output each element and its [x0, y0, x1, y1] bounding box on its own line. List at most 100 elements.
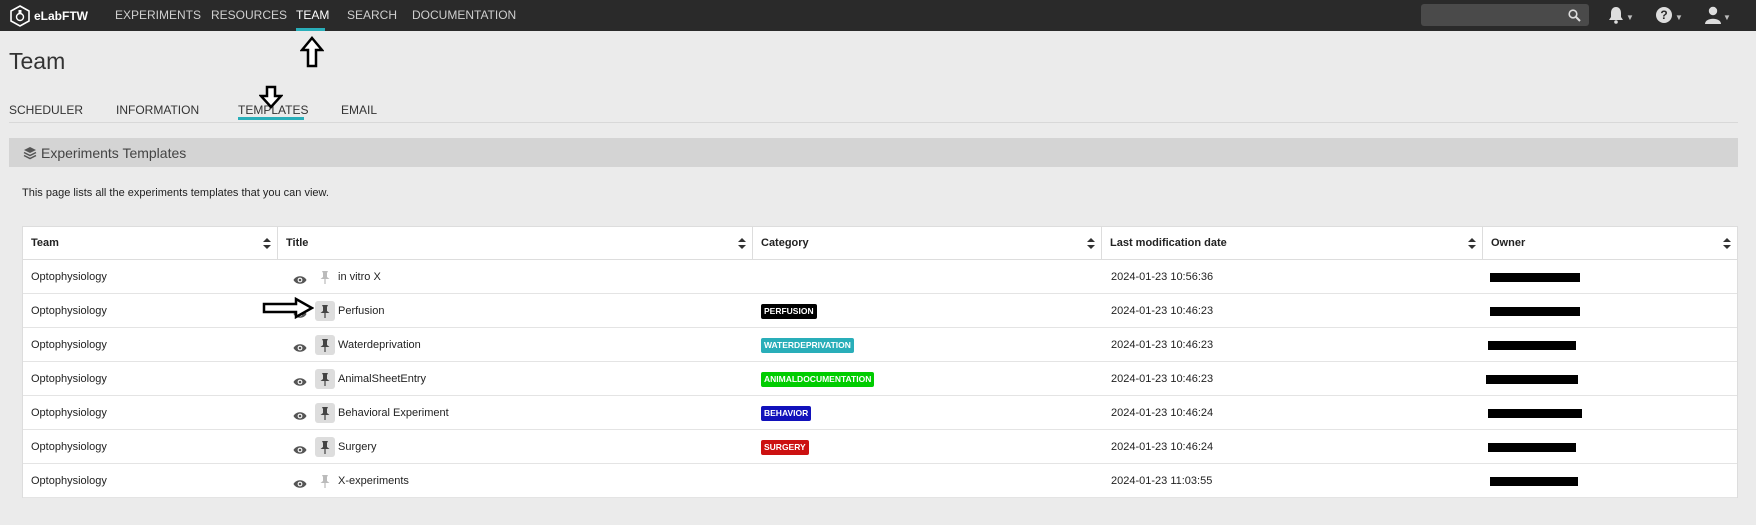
tab-active-indicator: [238, 117, 304, 120]
nav-team[interactable]: TEAM: [296, 0, 329, 31]
column-header-label: Last modification date: [1110, 237, 1227, 249]
sort-icon[interactable]: [1087, 238, 1095, 249]
owner-redacted: [1488, 341, 1576, 350]
pin-icon[interactable]: [315, 301, 335, 321]
sort-icon[interactable]: [263, 238, 271, 249]
layers-icon: [23, 147, 37, 160]
tab-scheduler[interactable]: SCHEDULER: [9, 103, 83, 117]
owner-redacted: [1490, 477, 1578, 486]
pin-icon[interactable]: [315, 369, 335, 389]
table-row[interactable]: Optophysiology in vitro X 2024-01-23 10:56…: [23, 260, 1737, 294]
table-row[interactable]: Optophysiology Behavioral Experiment BEHAV…: [23, 396, 1737, 430]
eye-icon[interactable]: [293, 476, 307, 494]
arrow-annotation-icon: [259, 85, 283, 109]
owner-redacted: [1488, 443, 1576, 452]
section-title: Experiments Templates: [41, 145, 187, 161]
bell-caret-icon[interactable]: ▼: [1626, 13, 1634, 22]
pin-icon[interactable]: [315, 335, 335, 355]
category-badge: PERFUSION: [761, 304, 817, 319]
template-title-link[interactable]: Surgery: [338, 430, 377, 464]
pin-icon[interactable]: [315, 267, 335, 287]
team-cell: Optophysiology: [31, 475, 107, 487]
owner-redacted: [1488, 409, 1582, 418]
eye-icon[interactable]: [293, 442, 307, 460]
pin-icon[interactable]: [315, 471, 335, 491]
arrow-annotation-icon: [262, 297, 314, 319]
column-header-category[interactable]: Category: [753, 227, 1102, 259]
nav-documentation[interactable]: DOCUMENTATION: [412, 0, 516, 31]
template-title-link[interactable]: in vitro X: [338, 260, 381, 294]
date-cell: 2024-01-23 10:46:24: [1111, 441, 1214, 453]
page-title: Team: [9, 48, 66, 74]
table-row[interactable]: Optophysiology Surgery SURGERY 2024-01-23 1…: [23, 430, 1737, 464]
column-header-label: Team: [31, 237, 59, 249]
column-header-team[interactable]: Team: [23, 227, 278, 259]
template-title-link[interactable]: X-experiments: [338, 464, 409, 498]
svg-text:?: ?: [1660, 8, 1667, 22]
elabftw-logo-icon: [10, 5, 30, 27]
nav-search[interactable]: SEARCH: [347, 0, 397, 31]
template-title-link[interactable]: AnimalSheetEntry: [338, 362, 426, 396]
category-badge: BEHAVIOR: [761, 406, 812, 421]
nav-resources[interactable]: RESOURCES: [211, 0, 287, 31]
help-icon[interactable]: ?: [1655, 6, 1673, 24]
category-badge: ANIMALDOCUMENTATION: [761, 372, 875, 387]
bell-icon[interactable]: [1608, 6, 1624, 24]
owner-redacted: [1490, 273, 1580, 282]
team-cell: Optophysiology: [31, 305, 107, 317]
section-header: Experiments Templates: [9, 138, 1738, 167]
app-name: eLabFTW: [34, 9, 88, 23]
team-cell: Optophysiology: [31, 339, 107, 351]
column-header-label: Title: [286, 237, 309, 249]
pin-icon[interactable]: [315, 437, 335, 457]
table-row[interactable]: Optophysiology AnimalSheetEntry ANIMALDOCU…: [23, 362, 1737, 396]
user-icon[interactable]: [1704, 6, 1722, 24]
column-header-title[interactable]: Title: [278, 227, 753, 259]
date-cell: 2024-01-23 10:46:24: [1111, 407, 1214, 419]
column-header-label: Category: [761, 237, 809, 249]
category-badge: WATERDEPRIVATION: [761, 338, 854, 353]
tab-email[interactable]: EMAIL: [341, 103, 377, 117]
date-cell: 2024-01-23 10:46:23: [1111, 305, 1214, 317]
sort-icon[interactable]: [738, 238, 746, 249]
team-cell: Optophysiology: [31, 271, 107, 283]
column-header-label: Owner: [1491, 237, 1526, 249]
sort-icon[interactable]: [1468, 238, 1476, 249]
sort-icon[interactable]: [1723, 238, 1731, 249]
arrow-annotation-icon: [300, 36, 324, 68]
team-cell: Optophysiology: [31, 441, 107, 453]
team-cell: Optophysiology: [31, 407, 107, 419]
section-intro: This page lists all the experiments temp…: [22, 187, 329, 199]
nav-active-indicator: [296, 28, 325, 31]
category-badge: SURGERY: [761, 440, 809, 455]
eye-icon[interactable]: [293, 408, 307, 426]
date-cell: 2024-01-23 11:03:55: [1111, 475, 1213, 487]
owner-redacted: [1486, 375, 1578, 384]
tabs-divider: [9, 122, 1738, 123]
template-title-link[interactable]: Perfusion: [338, 294, 384, 328]
brand[interactable]: eLabFTW: [9, 5, 88, 27]
eye-icon[interactable]: [293, 272, 307, 290]
team-cell: Optophysiology: [31, 373, 107, 385]
template-title-link[interactable]: Waterdeprivation: [338, 328, 421, 362]
nav-experiments[interactable]: EXPERIMENTS: [115, 0, 201, 31]
search-input[interactable]: [1421, 4, 1589, 26]
template-title-link[interactable]: Behavioral Experiment: [338, 396, 449, 430]
date-cell: 2024-01-23 10:46:23: [1111, 339, 1214, 351]
pin-icon[interactable]: [315, 403, 335, 423]
eye-icon[interactable]: [293, 340, 307, 358]
owner-redacted: [1490, 307, 1580, 316]
column-header-owner[interactable]: Owner: [1483, 227, 1737, 259]
table-row[interactable]: Optophysiology X-experiments 2024-01-23 11…: [23, 464, 1737, 498]
column-header-date[interactable]: Last modification date: [1102, 227, 1483, 259]
eye-icon[interactable]: [293, 374, 307, 392]
top-navbar: eLabFTW EXPERIMENTS RESOURCES TEAM SEARC…: [0, 0, 1756, 31]
date-cell: 2024-01-23 10:56:36: [1111, 271, 1214, 283]
table-row[interactable]: Optophysiology Waterdeprivation WATERDEPRI…: [23, 328, 1737, 362]
help-caret-icon[interactable]: ▼: [1675, 13, 1683, 22]
date-cell: 2024-01-23 10:46:23: [1111, 373, 1214, 385]
user-caret-icon[interactable]: ▼: [1723, 13, 1731, 22]
search-icon[interactable]: [1568, 9, 1581, 22]
templates-table: Team Title Category Last modification da…: [22, 226, 1738, 498]
tab-information[interactable]: INFORMATION: [116, 103, 199, 117]
